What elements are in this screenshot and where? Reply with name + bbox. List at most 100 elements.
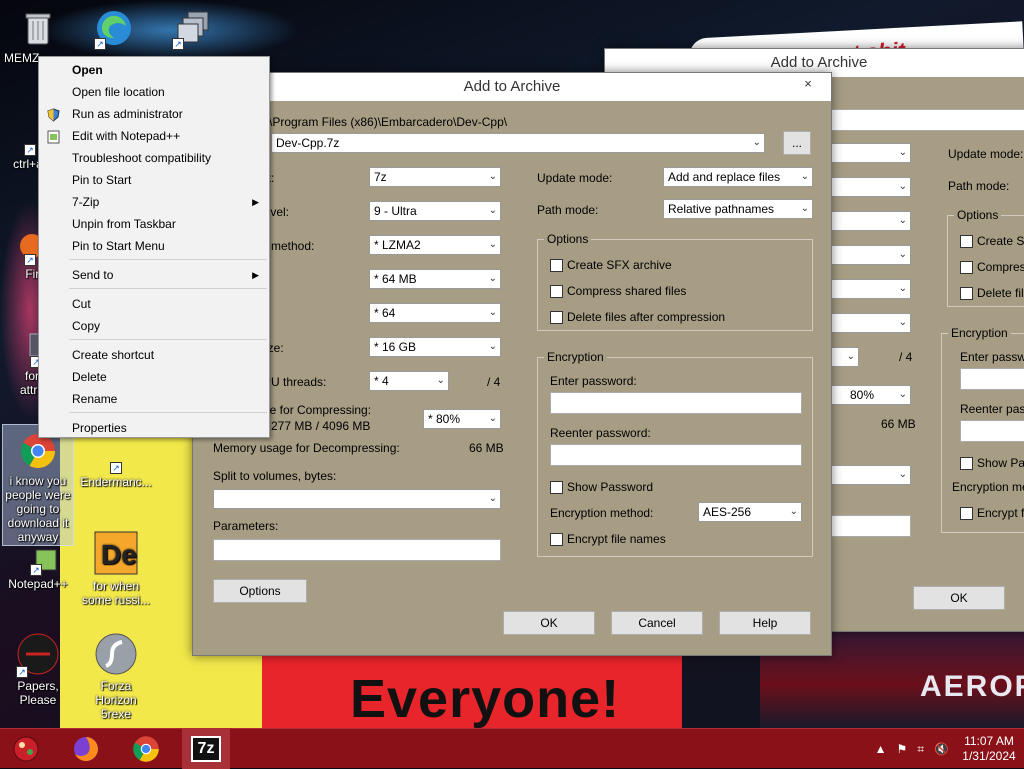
browse-button[interactable]: ... [783,131,811,155]
encrypt-names-checkbox[interactable]: Encrypt file names [550,532,666,546]
dialog-back-shared-checkbox[interactable]: Compress [960,260,1024,274]
desktop-icon-windows[interactable]: ↗ [156,8,228,51]
path-mode-combo[interactable]: Relative pathnames ⌄ [663,199,813,219]
menu-item-cut[interactable]: Cut [39,293,269,315]
dialog-back-params-field[interactable] [831,515,911,537]
mem-percent-combo[interactable]: * 80% ⌄ [423,409,501,429]
show-hidden-icons-icon[interactable]: ▲ [875,742,887,756]
dialog-back-ok-button[interactable]: OK [913,586,1005,610]
ok-button[interactable]: OK [503,611,595,635]
dialog-back-encryption-label: Encryption [948,326,1011,340]
encryption-method-combo[interactable]: AES-256 ⌄ [698,502,802,522]
menu-item-rename[interactable]: Rename [39,388,269,410]
dialog-back-show-pw-checkbox[interactable]: Show Pass [960,456,1024,470]
dictionary-combo[interactable]: * 64 MB ⌄ [369,269,501,289]
create-sfx-checkbox[interactable]: Create SFX archive [550,258,672,272]
compress-shared-checkbox[interactable]: Compress shared files [550,284,686,298]
dialog-back-mem-combo[interactable]: 80% ⌄ [831,385,911,405]
dialog-back-reenter-pw-label: Reenter passw [960,402,1024,416]
word-size-combo[interactable]: * 64 ⌄ [369,303,501,323]
clock[interactable]: 11:07 AM 1/31/2024 [954,734,1024,764]
menu-item-run-as-admin[interactable]: Run as administrator [39,103,269,125]
dialog-back-mem-pct: 80% [850,388,875,402]
taskbar-7zip[interactable]: 7z [182,729,230,769]
reenter-password-input[interactable] [550,444,802,466]
menu-item-pin-start-menu[interactable]: Pin to Start Menu [39,235,269,257]
menu-item-unpin-taskbar[interactable]: Unpin from Taskbar [39,213,269,235]
show-password-checkbox[interactable]: Show Password [550,480,653,494]
dialog-title-bar[interactable]: Add to Archive × [193,73,831,101]
dialog-back-sfx-label: Create SFX [977,234,1024,248]
desktop-icon-notepad[interactable]: ↗ Notepad++ [2,548,74,591]
split-volumes-label: Split to volumes, bytes: [213,469,337,483]
menu-item-open-file-location[interactable]: Open file location [39,81,269,103]
cancel-button[interactable]: Cancel [611,611,703,635]
method-label: method: [271,239,315,253]
dialog-back-sfx-checkbox[interactable]: Create SFX [960,234,1024,248]
network-icon[interactable]: ⌗ [917,742,924,757]
dialog-back-delete-checkbox[interactable]: Delete files [960,286,1024,300]
password-input[interactable] [550,392,802,414]
split-volumes-combo[interactable]: ⌄ [213,489,501,509]
desktop-icon-chrome[interactable]: i know you people were going to download… [2,424,74,546]
add-to-archive-dialog[interactable]: Add to Archive × C:\Program Files (x86)\… [192,72,832,656]
level-combo[interactable]: 9 - Ultra ⌄ [369,201,501,221]
menu-item-pin-to-start[interactable]: Pin to Start [39,169,269,191]
update-mode-combo[interactable]: Add and replace files ⌄ [663,167,813,187]
desktop-icon-label: for when some russi... [81,579,150,607]
dialog-back-combo[interactable]: ⌄ [831,211,911,231]
menu-item-troubleshoot[interactable]: Troubleshoot compatibility [39,147,269,169]
context-menu[interactable]: Open Open file location Run as administr… [38,56,270,438]
dialog-back-threads-combo[interactable]: ⌄ [831,347,859,367]
mem-percent-value: * 80% [428,412,461,426]
flag-icon[interactable]: ⚑ [897,742,908,756]
menu-item-edit-notepad[interactable]: Edit with Notepad++ [39,125,269,147]
solid-block-combo[interactable]: * 16 GB ⌄ [369,337,501,357]
desktop-icon-papers-please[interactable]: ↗ Papers, Please [2,632,74,707]
chevron-down-icon: ⌄ [488,493,497,504]
dialog-back-password-field[interactable] [960,368,1024,390]
shortcut-arrow-icon: ↗ [110,462,122,474]
volume-muted-icon[interactable]: 🔇 [934,742,949,756]
format-combo[interactable]: 7z ⌄ [369,167,501,187]
desktop-icon-for-when[interactable]: De for when some russi... [80,530,152,607]
desktop-icon-endermanch[interactable]: ↗ Endermanc... [80,440,152,489]
threads-combo[interactable]: * 4 ⌄ [369,371,449,391]
desktop-icon-forza[interactable]: Forza Horizon 5rexe [80,632,152,721]
dialog-back-split-combo[interactable]: ⌄ [831,465,911,485]
chevron-down-icon: ⌄ [898,389,907,400]
close-icon[interactable]: × [793,75,823,95]
start-button[interactable] [2,729,50,769]
delete-after-checkbox[interactable]: Delete files after compression [550,310,725,324]
options-button[interactable]: Options [213,579,307,603]
threads-label: PU threads: [263,375,327,389]
dialog-back-archive-field[interactable] [831,109,1024,131]
update-mode-value: Add and replace files [668,170,781,184]
dialog-back-enc-names-checkbox[interactable]: Encrypt file [960,506,1024,520]
menu-item-send-to[interactable]: Send to ▶ [39,264,269,286]
dialog-back-combo[interactable]: ⌄ [831,143,911,163]
desktop-icon-edge[interactable]: ↗ [78,8,150,51]
dialog-client-area: C:\Program Files (x86)\Embarcadero\Dev-C… [201,101,825,647]
archive-name-combo[interactable]: Dev-Cpp.7z ⌄ [271,133,765,153]
menu-item-delete[interactable]: Delete [39,366,269,388]
menu-item-copy[interactable]: Copy [39,315,269,337]
checkbox-box [550,532,563,546]
dialog-back-combo[interactable]: ⌄ [831,245,911,265]
menu-separator [69,412,267,413]
dialog-back-reenter-field[interactable] [960,420,1024,442]
method-combo[interactable]: * LZMA2 ⌄ [369,235,501,255]
menu-item-open[interactable]: Open [39,59,269,81]
chevron-down-icon: ⌄ [488,239,497,250]
dialog-back-combo[interactable]: ⌄ [831,279,911,299]
dialog-back-combo[interactable]: ⌄ [831,177,911,197]
help-button[interactable]: Help [719,611,811,635]
parameters-input[interactable] [213,539,501,561]
taskbar-firefox[interactable] [62,729,110,769]
taskbar-chrome[interactable] [122,729,170,769]
dialog-back-combo[interactable]: ⌄ [831,313,911,333]
menu-item-properties[interactable]: Properties [39,417,269,439]
menu-item-create-shortcut[interactable]: Create shortcut [39,344,269,366]
chevron-down-icon: ⌄ [898,249,907,260]
menu-item-7zip[interactable]: 7-Zip ▶ [39,191,269,213]
